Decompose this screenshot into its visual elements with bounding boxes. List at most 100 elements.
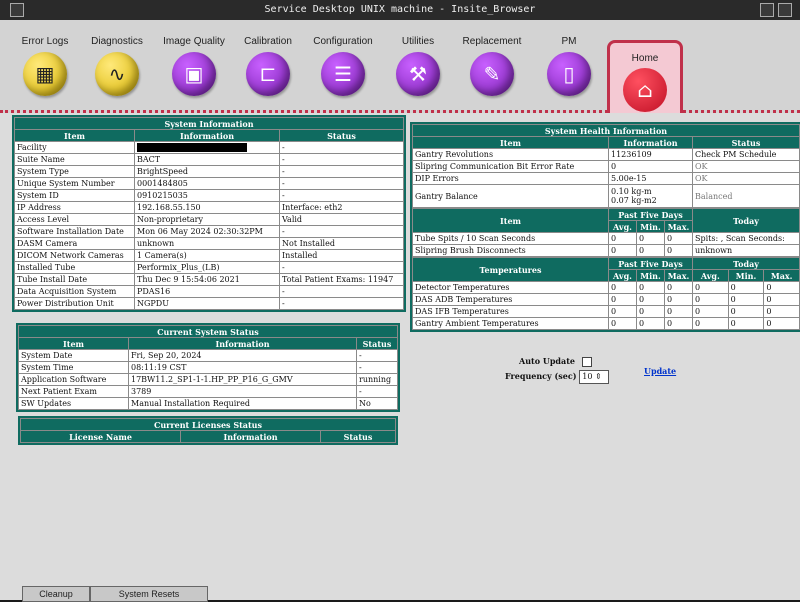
status-cell: - [279,153,404,166]
info-cell: BrightSpeed [134,165,280,178]
value-cell: 0 [663,293,694,306]
table-row: Installed Tube Performix_Plus_(LB) - [14,261,404,274]
value-cell: 0 [608,305,637,318]
system-health-title: System Health Information [412,124,800,137]
system-health-panel: System Health Information Item Informati… [410,122,800,332]
info-cell: 0 [608,160,693,173]
col-today: Today [692,257,800,270]
frequency-select[interactable]: 10 ⇕ [579,370,610,384]
maximize-button[interactable] [778,3,792,17]
status-cell: OK [692,160,800,173]
current-system-status-title: Current System Status [18,325,398,338]
minimize-button[interactable] [760,3,774,17]
col-past-five-days: Past Five Days [607,208,694,221]
table-row: Slipring Brush Disconnects 0 0 0 unknown [412,244,800,257]
info-cell: BACT [134,153,280,166]
current-licenses-title: Current Licenses Status [20,418,396,431]
replacement-button[interactable]: Replacement ✎ [455,36,529,96]
pm-button[interactable]: PM ▯ [532,36,606,96]
value-cell: 0 [608,293,637,306]
item-cell: Gantry Balance [412,184,609,208]
min-cell: 0 [636,232,665,245]
col-max: Max. [663,269,694,282]
calibration-button[interactable]: Calibration ⊏ [231,36,305,96]
today-cell: unknown [692,244,800,257]
value-cell: 0 [663,281,694,294]
info-cell: 192.168.55.150 [134,201,280,214]
table-row: System Type BrightSpeed - [14,165,404,178]
table-row: Access Level Non-proprietary Valid [14,213,404,226]
frequency-row: Frequency (sec) 10 ⇕ [505,370,610,384]
value-cell: 0 [636,293,665,306]
item-cell: System Time [18,361,129,374]
info-cell: Non-proprietary [134,213,280,226]
utilities-button[interactable]: Utilities ⚒ [381,36,455,96]
item-cell: DASM Camera [14,237,135,250]
pm-label: PM [561,36,577,47]
today-cell: Spits: , Scan Seconds: [692,232,800,245]
configuration-label: Configuration [313,36,373,47]
configuration-button[interactable]: Configuration ☰ [306,36,380,96]
redacted-block [137,143,247,153]
status-cell: OK [692,172,800,185]
col-status: Status [279,129,404,142]
image-quality-label: Image Quality [163,36,225,47]
item-cell: DICOM Network Cameras [14,249,135,262]
balance-value-2: 0.07 kg-m2 [611,196,657,205]
value-cell: 0 [663,317,694,330]
col-today: Today [692,208,800,233]
table-row: Suite Name BACT - [14,153,404,166]
item-cell: Data Acquisition System [14,285,135,298]
value-cell: 0 [636,281,665,294]
col-item: Item [14,129,135,142]
col-item: Item [412,136,609,149]
status-cell: - [279,189,404,202]
status-cell: - [279,297,404,310]
item-cell: Power Distribution Unit [14,297,135,310]
avg-cell: 0 [608,232,637,245]
diagnostics-button[interactable]: Diagnostics ∿ [80,36,154,96]
item-cell: Suite Name [14,153,135,166]
image-quality-button[interactable]: Image Quality ▣ [157,36,231,96]
error-logs-button[interactable]: Error Logs ▦ [8,36,82,96]
facility-value [134,141,280,154]
stethoscope-icon: ∿ [95,52,139,96]
status-cell: - [279,141,404,154]
info-cell: 1 Camera(s) [134,249,280,262]
current-licenses-panel: Current Licenses Status License Name Inf… [18,416,398,445]
item-cell: Tube Spits / 10 Scan Seconds [412,232,609,245]
item-cell: System ID [14,189,135,202]
status-cell: - [279,285,404,298]
table-row: DIP Errors 5.00e-15 OK [412,172,800,185]
table-row: Tube Spits / 10 Scan Seconds 0 0 0 Spits: , … [412,232,800,245]
item-cell: System Type [14,165,135,178]
auto-update-checkbox[interactable] [581,357,592,367]
system-information-title: System Information [14,117,404,130]
col-information: Information [134,129,280,142]
home-tab[interactable]: Home ⌂ [607,40,683,113]
item-cell: Gantry Revolutions [412,148,609,161]
auto-update-row: Auto Update [519,356,609,367]
status-cell: No [356,397,398,410]
item-cell: Facility [14,141,135,154]
info-cell: Manual Installation Required [128,397,357,410]
frequency-value: 10 [582,372,593,381]
item-cell: Slipring Communication Bit Error Rate [412,160,609,173]
table-row: SW Updates Manual Installation Required No [18,397,398,410]
table-row: Tube Install Date Thu Dec 9 15:54:06 2021… [14,273,404,286]
update-link[interactable]: Update [644,366,676,376]
table-row: Facility - [14,141,404,154]
status-cell: Check PM Schedule [692,148,800,161]
item-cell: Slipring Brush Disconnects [412,244,609,257]
value-cell: 0 [763,305,800,318]
info-cell: 0.10 kg-m 0.07 kg-m2 [608,184,693,208]
value-cell: 0 [692,305,729,318]
table-row: Application Software 17BW11.2_SP1-1-1.HP_… [18,373,398,386]
value-cell: 0 [692,281,729,294]
value-cell: 0 [608,317,637,330]
window-menu-button[interactable] [10,3,24,17]
item-cell: Gantry Ambient Temperatures [412,317,609,330]
item-cell: System Date [18,349,129,362]
col-today-avg: Avg. [692,269,729,282]
table-row: Software Installation Date Mon 06 May 202… [14,225,404,238]
